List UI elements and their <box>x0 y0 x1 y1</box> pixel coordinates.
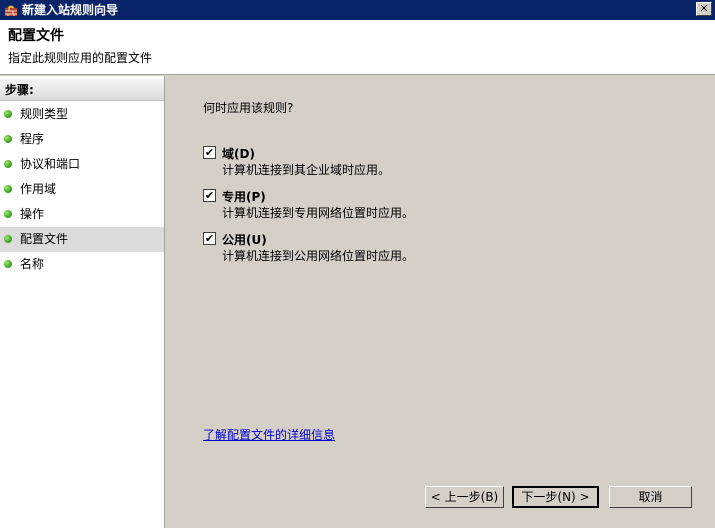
close-icon: ✕ <box>699 2 709 15</box>
option-public: ✔ 公用(U) 计算机连接到公用网络位置时应用。 <box>203 230 663 266</box>
firewall-icon <box>5 5 17 16</box>
sidebar-item-label: 名称 <box>20 257 45 271</box>
domain-label[interactable]: 域(D) <box>222 145 255 162</box>
step-dot-icon <box>4 160 12 168</box>
window-title: 新建入站规则向导 <box>22 3 119 17</box>
public-label[interactable]: 公用(U) <box>222 231 267 248</box>
cancel-button[interactable]: 取消 <box>609 486 692 508</box>
steps-sidebar: 步骤: 规则类型 程序 协议和端口 作用域 操作 配置文件 名称 <box>0 76 165 528</box>
page-title: 配置文件 <box>8 28 64 44</box>
private-label[interactable]: 专用(P) <box>222 188 266 205</box>
step-dot-icon <box>4 210 12 218</box>
wizard-header: 配置文件 指定此规则应用的配置文件 <box>0 20 715 75</box>
sidebar-item-label: 作用域 <box>20 182 57 196</box>
sidebar-item-action[interactable]: 操作 <box>0 202 164 227</box>
steps-header: 步骤: <box>0 79 164 101</box>
sidebar-item-name[interactable]: 名称 <box>0 252 164 277</box>
domain-description: 计算机连接到其企业域时应用。 <box>222 163 391 177</box>
sidebar-item-label: 协议和端口 <box>20 157 81 171</box>
public-description: 计算机连接到公用网络位置时应用。 <box>222 249 415 263</box>
title-bar: 新建入站规则向导 ✕ <box>0 0 715 20</box>
private-checkbox[interactable]: ✔ <box>203 189 216 202</box>
option-domain: ✔ 域(D) 计算机连接到其企业域时应用。 <box>203 144 663 180</box>
private-description: 计算机连接到专用网络位置时应用。 <box>222 206 415 220</box>
public-checkbox[interactable]: ✔ <box>203 232 216 245</box>
step-dot-icon <box>4 235 12 243</box>
sidebar-item-label: 配置文件 <box>20 232 69 246</box>
close-button[interactable]: ✕ <box>696 2 712 16</box>
sidebar-item-protocol-ports[interactable]: 协议和端口 <box>0 152 164 177</box>
domain-checkbox[interactable]: ✔ <box>203 146 216 159</box>
learn-more-link[interactable]: 了解配置文件的详细信息 <box>203 426 335 443</box>
sidebar-item-label: 程序 <box>20 132 45 146</box>
option-private: ✔ 专用(P) 计算机连接到专用网络位置时应用。 <box>203 187 663 223</box>
sidebar-item-label: 规则类型 <box>20 107 69 121</box>
step-dot-icon <box>4 260 12 268</box>
question-text: 何时应用该规则? <box>203 101 294 115</box>
sidebar-item-profile[interactable]: 配置文件 <box>0 227 164 252</box>
next-button[interactable]: 下一步(N) > <box>512 486 599 508</box>
sidebar-item-scope[interactable]: 作用域 <box>0 177 164 202</box>
page-subtitle: 指定此规则应用的配置文件 <box>8 51 153 65</box>
sidebar-item-program[interactable]: 程序 <box>0 127 164 152</box>
step-dot-icon <box>4 185 12 193</box>
step-dot-icon <box>4 135 12 143</box>
step-dot-icon <box>4 110 12 118</box>
back-button[interactable]: < 上一步(B) <box>425 486 504 508</box>
sidebar-item-rule-type[interactable]: 规则类型 <box>0 102 164 127</box>
content-panel: 何时应用该规则? ✔ 域(D) 计算机连接到其企业域时应用。 ✔ 专用(P) 计… <box>166 76 715 528</box>
sidebar-item-label: 操作 <box>20 207 45 221</box>
